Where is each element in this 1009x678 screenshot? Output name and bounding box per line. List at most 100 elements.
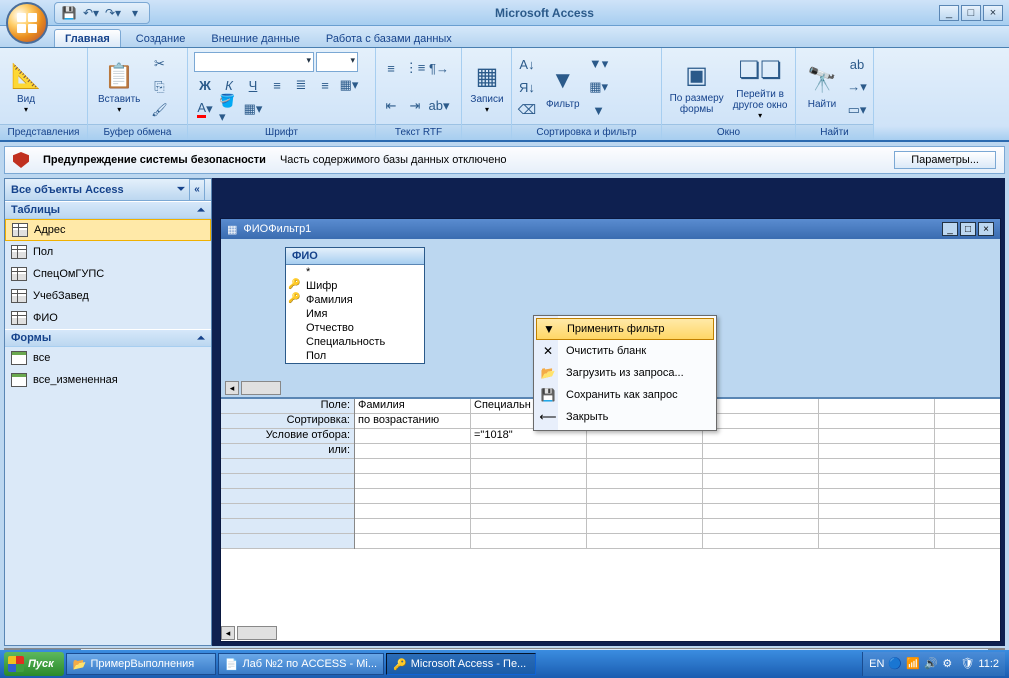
tray-icon[interactable]: ⚙ (942, 657, 956, 671)
find-button[interactable]: 🔭 Найти (800, 51, 844, 123)
scroll-left-icon[interactable]: ◂ (221, 626, 235, 640)
restore-button[interactable]: □ (961, 5, 981, 21)
clock[interactable]: 11:2 (978, 658, 999, 670)
field-otchestvo[interactable]: Отчество (286, 321, 424, 335)
minimize-button[interactable]: _ (939, 5, 959, 21)
tray-icon[interactable]: 🔊 (924, 657, 938, 671)
font-family-select[interactable] (194, 52, 314, 72)
collapse-icon[interactable]: ⏶ (197, 333, 205, 344)
font-color-icon[interactable]: A▾ (194, 98, 216, 120)
design-surface[interactable]: ФИО * Шифр Фамилия Имя Отчество Специаль… (221, 239, 1000, 399)
bold-icon[interactable]: Ж (194, 74, 216, 96)
increase-indent-icon[interactable]: ⇥ (404, 95, 426, 117)
font-size-select[interactable] (316, 52, 358, 72)
cell-sort-1[interactable]: по возрастанию (355, 414, 471, 428)
tray-icon[interactable]: 🛡 (960, 657, 974, 671)
nav-form-all-modified[interactable]: все_измененная (5, 369, 211, 391)
language-indicator[interactable]: EN (869, 658, 884, 670)
ltr-icon[interactable]: ¶→ (428, 57, 450, 79)
security-options-button[interactable]: Параметры... (894, 151, 996, 169)
clear-sort-icon[interactable]: ⌫ (516, 99, 538, 121)
records-button[interactable]: ▦ Записи ▾ (466, 51, 508, 123)
selection-filter-icon[interactable]: ▼▾ (588, 53, 610, 75)
underline-icon[interactable]: Ч (242, 74, 264, 96)
numbering-icon[interactable]: ≡ (380, 57, 402, 79)
cell-field-1[interactable]: Фамилия (355, 399, 471, 413)
nav-form-all[interactable]: все (5, 347, 211, 369)
select-icon[interactable]: ▭▾ (846, 99, 868, 121)
menu-close[interactable]: ⟵Закрыть (536, 406, 714, 428)
pane-scroll[interactable]: ◂ (225, 381, 281, 395)
fit-form-button[interactable]: ▣ По размеру формы (666, 51, 727, 123)
bullets-icon[interactable]: ⋮≡ (404, 57, 426, 79)
start-button[interactable]: Пуск (4, 652, 64, 676)
cell-criteria-2[interactable]: ="1018" (471, 429, 587, 443)
goto-icon[interactable]: →▾ (846, 76, 868, 98)
replace-icon[interactable]: ab (846, 53, 868, 75)
sort-desc-icon[interactable]: Я↓ (516, 76, 538, 98)
highlight-icon[interactable]: ab▾ (428, 95, 450, 117)
tab-create[interactable]: Создание (125, 29, 197, 47)
nav-table-school[interactable]: УчебЗавед (5, 285, 211, 307)
nav-dropdown-icon[interactable]: ⏷ (177, 184, 185, 195)
field-shifr[interactable]: Шифр (286, 279, 424, 293)
taskbar-folder[interactable]: 📂ПримерВыполнения (66, 653, 216, 675)
scroll-track[interactable] (241, 381, 281, 395)
system-tray[interactable]: EN 🔵 📶 🔊 ⚙ 🛡 11:2 (862, 652, 1005, 676)
nav-table-spec[interactable]: СпецОмГУПС (5, 263, 211, 285)
field-star[interactable]: * (286, 265, 424, 279)
nav-header[interactable]: Все объекты Access ⏷ « (5, 179, 211, 201)
close-button[interactable]: × (983, 5, 1003, 21)
doc-minimize-button[interactable]: _ (942, 222, 958, 236)
doc-close-button[interactable]: × (978, 222, 994, 236)
scroll-left-icon[interactable]: ◂ (225, 381, 239, 395)
filter-button[interactable]: ▼ Фильтр (540, 51, 586, 123)
office-button[interactable] (6, 2, 48, 44)
nav-section-tables[interactable]: Таблицы⏶ (5, 201, 211, 219)
tab-home[interactable]: Главная (54, 29, 121, 47)
tab-dbtools[interactable]: Работа с базами данных (315, 29, 463, 47)
field-list-title[interactable]: ФИО (286, 248, 424, 265)
menu-apply-filter[interactable]: ▼Применить фильтр (536, 318, 714, 340)
nav-table-fio[interactable]: ФИО (5, 307, 211, 329)
save-icon[interactable]: 💾 (61, 5, 77, 21)
collapse-icon[interactable]: ⏶ (197, 205, 205, 216)
menu-load-query[interactable]: 📂Загрузить из запроса... (536, 362, 714, 384)
filter-window-titlebar[interactable]: ▦ ФИОФильтр1 _ □ × (221, 219, 1000, 239)
copy-icon[interactable]: ⎘ (148, 76, 170, 98)
align-left-icon[interactable]: ≡ (266, 74, 288, 96)
taskbar-word[interactable]: 📄Лаб №2 по ACCESS - Mi... (218, 653, 384, 675)
view-button[interactable]: 📐 Вид ▾ (4, 51, 48, 123)
decrease-indent-icon[interactable]: ⇤ (380, 95, 402, 117)
field-imya[interactable]: Имя (286, 307, 424, 321)
menu-clear-grid[interactable]: ✕Очистить бланк (536, 340, 714, 362)
field-familia[interactable]: Фамилия (286, 293, 424, 307)
fill-color-icon[interactable]: 🪣▾ (218, 98, 240, 120)
cut-icon[interactable]: ✂ (148, 53, 170, 75)
qat-dropdown-icon[interactable]: ▾ (127, 5, 143, 21)
field-spec[interactable]: Специальность (286, 335, 424, 349)
alt-fill-icon[interactable]: ▦▾ (242, 98, 264, 120)
align-right-icon[interactable]: ≡ (314, 74, 336, 96)
tray-icon[interactable]: 🔵 (888, 657, 902, 671)
toggle-filter-icon[interactable]: ▼ (588, 99, 610, 121)
taskbar-access[interactable]: 🔑Microsoft Access - Пе... (386, 653, 536, 675)
field-pol[interactable]: Пол (286, 349, 424, 363)
qbe-grid[interactable]: Поле: Сортировка: Условие отбора: или: Ф… (221, 399, 1000, 641)
nav-table-address[interactable]: Адрес (5, 219, 211, 241)
field-list[interactable]: ФИО * Шифр Фамилия Имя Отчество Специаль… (285, 247, 425, 364)
tab-external[interactable]: Внешние данные (200, 29, 310, 47)
nav-collapse-button[interactable]: « (189, 179, 205, 201)
grid-scroll-nav[interactable]: ◂ (221, 625, 277, 641)
redo-icon[interactable]: ↷▾ (105, 5, 121, 21)
sort-asc-icon[interactable]: A↓ (516, 53, 538, 75)
format-painter-icon[interactable]: 🖌 (148, 99, 170, 121)
doc-maximize-button[interactable]: □ (960, 222, 976, 236)
undo-icon[interactable]: ↶▾ (83, 5, 99, 21)
nav-section-forms[interactable]: Формы⏶ (5, 329, 211, 347)
tray-icon[interactable]: 📶 (906, 657, 920, 671)
switch-window-button[interactable]: ❏❏ Перейти в другое окно ▾ (729, 51, 791, 123)
advanced-filter-icon[interactable]: ▦▾ (588, 76, 610, 98)
align-center-icon[interactable]: ≣ (290, 74, 312, 96)
menu-save-query[interactable]: 💾Сохранить как запрос (536, 384, 714, 406)
